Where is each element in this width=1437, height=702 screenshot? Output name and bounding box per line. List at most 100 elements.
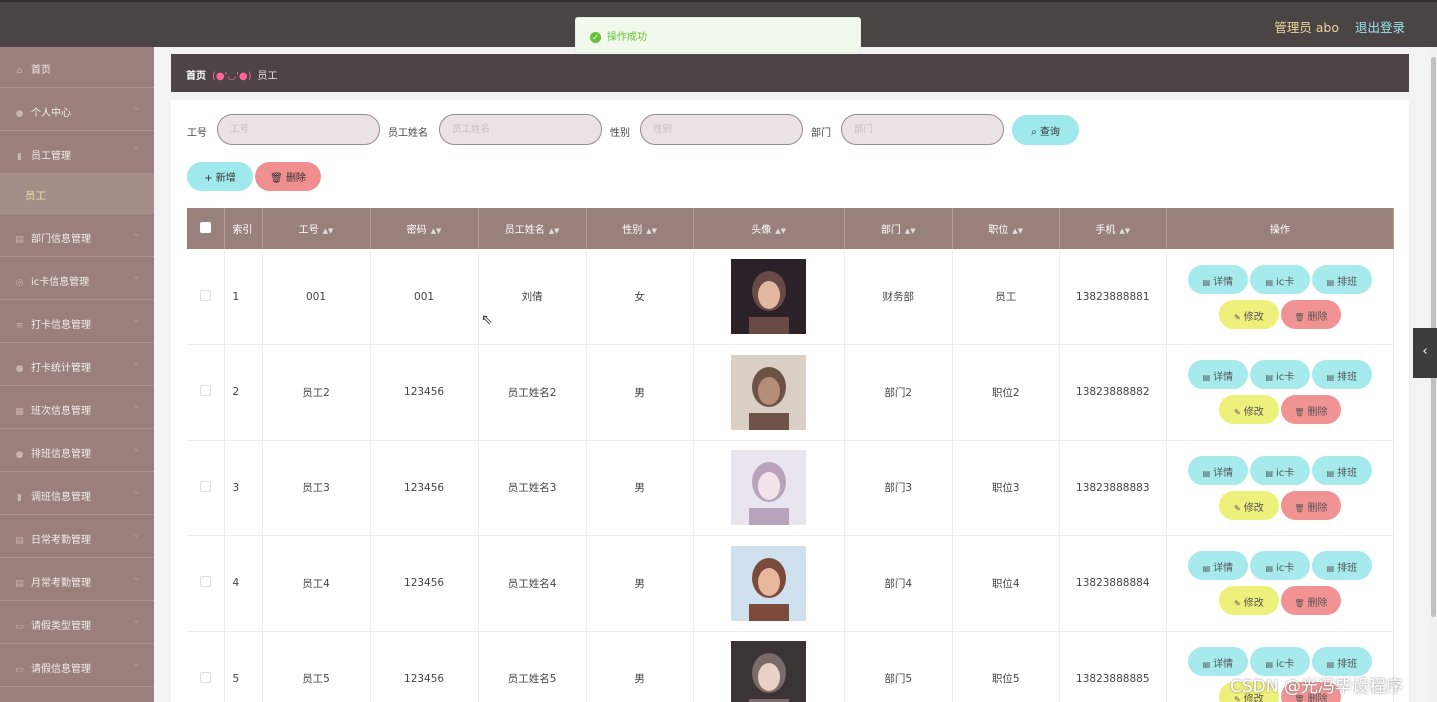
emp-name-input[interactable] [439, 114, 602, 145]
emp-no-input[interactable] [217, 114, 380, 145]
collapse-panel-tab[interactable]: ‹ [1413, 328, 1437, 378]
iccard-button[interactable]: ▤ ic卡 [1249, 551, 1310, 581]
sidebar-item-dept[interactable]: ▤ 部门信息管理 ⌄ [0, 214, 154, 257]
col-avatar[interactable]: 头像 ▲▼ [693, 208, 845, 249]
col-phone[interactable]: 手机 ▲▼ [1059, 208, 1167, 249]
sidebar-item-punch-stats[interactable]: ● 打卡统计管理 ⌄ [0, 343, 154, 386]
edit-button[interactable]: ✎ 修改 [1218, 395, 1279, 425]
sort-icon[interactable]: ▲▼ [431, 227, 442, 235]
row-ops-cell: ▤ 详情 ▤ ic卡 ▤ 排班✎ 修改 🗑 删除 [1166, 344, 1395, 441]
row-password: 001 [370, 249, 479, 345]
table-row[interactable]: 2 员工2 123456 员工姓名2 男部门2 职位2 13823888882 ▤ 详情 ▤ ic卡… [187, 344, 1395, 441]
col-password[interactable]: 密码 ▲▼ [370, 208, 479, 249]
sidebar-item-daily-attendance[interactable]: ▤ 日常考勤管理 ⌄ [0, 515, 154, 558]
sidebar-item-leave-type[interactable]: ▭ 请假类型管理 ⌄ [0, 601, 154, 644]
sidebar-item-schedule[interactable]: ● 排班信息管理 ⌄ [0, 429, 154, 472]
sidebar-item-home[interactable]: ⌂ 首页 [0, 47, 154, 88]
iccard-button[interactable]: ▤ ic卡 [1249, 455, 1310, 485]
edit-button[interactable]: ✎ 修改 [1218, 299, 1279, 329]
detail-button[interactable]: ▤ 详情 [1187, 264, 1248, 294]
sidebar-item-label: 排班信息管理 [31, 449, 91, 460]
iccard-button-label: ic卡 [1276, 372, 1295, 384]
table-row[interactable]: 1 001 001 刘倩女财务部 员工 13823888881 ▤ 详情 ▤ ic卡 ▤ 排班✎ 修改 🗑… [187, 249, 1395, 345]
dept-input[interactable] [841, 114, 1004, 145]
query-button[interactable]: ⌕ 查询 [1012, 115, 1079, 145]
schedule-button[interactable]: ▤ 排班 [1311, 551, 1372, 581]
admin-label: 管理员 abo [1274, 20, 1339, 35]
sidebar-item-employee-mgmt[interactable]: ▮ 员工管理 ⌃ [0, 131, 154, 174]
delete-button[interactable]: 🗑 删除 [1280, 299, 1341, 329]
col-name[interactable]: 员工姓名 ▲▼ [478, 208, 587, 249]
col-dept[interactable]: 部门 ▲▼ [844, 208, 953, 249]
breadcrumb-current: 员工 [257, 71, 278, 82]
sort-icon[interactable]: ▲▼ [905, 227, 916, 235]
schedule-button[interactable]: ▤ 排班 [1311, 360, 1372, 390]
sidebar-item-profile[interactable]: ● 个人中心 ⌄ [0, 88, 154, 131]
edit-button[interactable]: ✎ 修改 [1218, 586, 1279, 616]
row-checkbox[interactable] [199, 671, 211, 683]
row-ops: ▤ 详情 ▤ ic卡 ▤ 排班✎ 修改 🗑 删除 [1180, 357, 1380, 427]
row-name: 员工姓名4 [478, 535, 587, 632]
sidebar-item-punch[interactable]: ≡ 打卡信息管理 ⌄ [0, 300, 154, 343]
gender-input[interactable] [640, 114, 803, 145]
sort-icon[interactable]: ▲▼ [323, 227, 334, 235]
table-row[interactable]: 3 员工3 123456 员工姓名3 男部门3 职位3 13823888883 ▤ 详情 ▤ ic卡… [187, 440, 1395, 536]
avatar[interactable] [731, 641, 807, 702]
iccard-button[interactable]: ▤ ic卡 [1249, 360, 1310, 390]
detail-button[interactable]: ▤ 详情 [1187, 455, 1248, 485]
row-name: 员工姓名3 [478, 440, 587, 536]
avatar[interactable] [731, 354, 807, 430]
sort-icon[interactable]: ▲▼ [549, 227, 560, 235]
row-checkbox[interactable] [199, 480, 211, 492]
delete-button[interactable]: 🗑 删除 [1280, 586, 1341, 616]
sidebar-item-shift[interactable]: ▦ 班次信息管理 ⌄ [0, 386, 154, 429]
batch-delete-button[interactable]: 🗑 删除 [255, 162, 321, 191]
delete-button[interactable]: 🗑 删除 [1280, 490, 1341, 520]
chevron-down-icon: ⌄ [132, 659, 140, 669]
logout-link[interactable]: 退出登录 [1355, 17, 1405, 36]
sidebar-item-leave-info[interactable]: ▭ 请假信息管理 ⌄ [0, 644, 154, 687]
detail-button[interactable]: ▤ 详情 [1187, 360, 1248, 390]
edit-button[interactable]: ✎ 修改 [1218, 490, 1279, 520]
schedule-button[interactable]: ▤ 排班 [1311, 264, 1372, 294]
row-checkbox[interactable] [199, 289, 211, 301]
doc-icon: ▤ [15, 536, 24, 546]
edit-button-label: 修改 [1243, 311, 1264, 323]
table-row[interactable]: 5 员工5 123456 员工姓名5 男部门5 职位5 13823888885 ▤ 详情 ▤ ic卡… [187, 631, 1395, 702]
detail-button[interactable]: ▤ 详情 [1187, 551, 1248, 581]
delete-button[interactable]: 🗑 删除 [1280, 395, 1341, 425]
avatar[interactable] [731, 259, 807, 334]
sidebar-item-monthly-attendance[interactable]: ▤ 月常考勤管理 ⌄ [0, 558, 154, 601]
schedule-button-label: 排班 [1337, 276, 1358, 288]
sort-icon[interactable]: ▲▼ [646, 227, 657, 235]
table-row[interactable]: 4 员工4 123456 员工姓名4 男部门4 职位4 13823888884 ▤ 详情 ▤ ic卡… [187, 535, 1395, 632]
avatar[interactable] [731, 545, 807, 621]
sidebar-item-iccard[interactable]: ◎ ic卡信息管理 ⌄ [0, 257, 154, 300]
sidebar-item-label: 月常考勤管理 [31, 578, 91, 589]
col-gender[interactable]: 性别 ▲▼ [586, 208, 694, 249]
sidebar-item-shift-swap[interactable]: ▮ 调班信息管理 ⌄ [0, 472, 154, 515]
doc-icon: ▤ [1326, 373, 1335, 383]
sidebar-subitem-employee[interactable]: 员工 [0, 174, 154, 214]
col-emp-no[interactable]: 工号 ▲▼ [262, 208, 371, 249]
sidebar-item-label: 部门信息管理 [31, 234, 91, 245]
schedule-button[interactable]: ▤ 排班 [1311, 455, 1372, 485]
avatar[interactable] [731, 450, 807, 526]
sort-icon[interactable]: ▲▼ [1119, 227, 1130, 235]
row-checkbox[interactable] [199, 576, 211, 588]
iccard-button[interactable]: ▤ ic卡 [1249, 264, 1310, 294]
sort-icon[interactable]: ▲▼ [1012, 227, 1023, 235]
col-position[interactable]: 职位 ▲▼ [952, 208, 1060, 249]
doc-icon: ▤ [1202, 373, 1211, 383]
row-checkbox[interactable] [199, 385, 211, 397]
chevron-left-icon: ‹ [1422, 344, 1428, 359]
select-all-checkbox[interactable] [199, 221, 211, 233]
sort-icon[interactable]: ▲▼ [775, 227, 786, 235]
chevron-down-icon: ⌄ [132, 358, 140, 368]
row-phone: 13823888882 [1059, 344, 1167, 441]
row-phone: 13823888881 [1059, 249, 1167, 345]
delete-button-label: 删除 [1307, 311, 1328, 323]
chart-icon: ▮ [17, 493, 22, 503]
breadcrumb-home[interactable]: 首页 [186, 71, 206, 82]
add-button[interactable]: + 新增 [187, 162, 253, 191]
